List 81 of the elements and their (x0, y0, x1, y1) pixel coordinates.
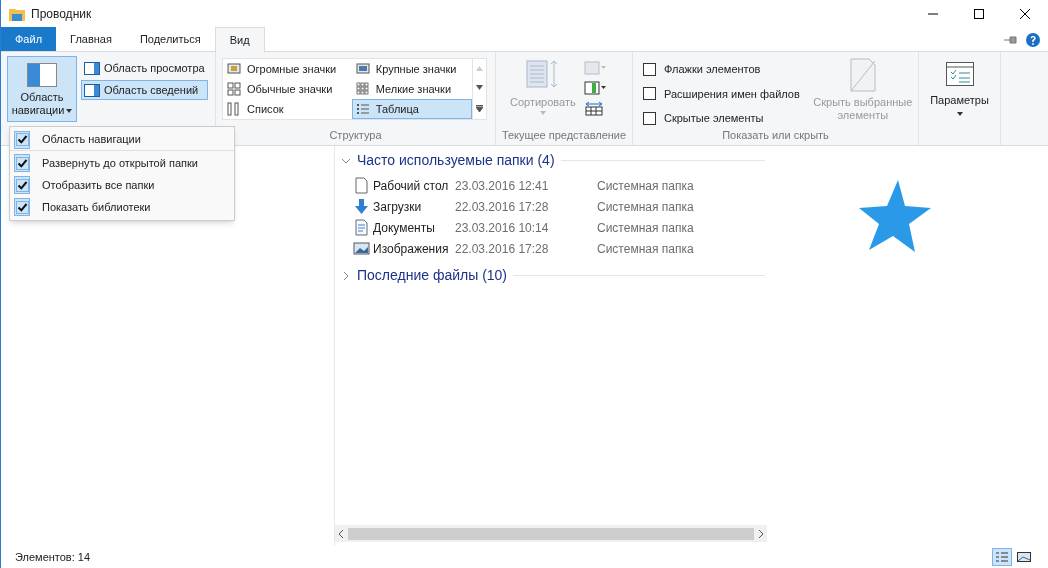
modified-date: 23.03.2016 10:14 (455, 219, 550, 237)
expand-gallery-icon[interactable] (476, 104, 483, 112)
dropdown-arrow-icon (539, 110, 546, 115)
close-icon (1020, 9, 1030, 19)
layout-option[interactable]: Список (223, 99, 352, 119)
group-label: Структура (328, 127, 383, 143)
checkbox[interactable] (15, 133, 29, 146)
folder-type: Системная папка (597, 219, 694, 237)
layout-option[interactable]: Крупные значки (351, 59, 472, 79)
section-header[interactable]: Последние файлы (10) (341, 265, 765, 286)
folder-type: Системная папка (597, 198, 694, 216)
menu-item[interactable]: Развернуть до открытой папки (42, 154, 198, 172)
folder-name[interactable]: Документы (373, 218, 455, 237)
group-label: Показать или скрыть (721, 127, 830, 143)
menu-item[interactable]: Отобразить все папки (42, 176, 155, 194)
menu-item[interactable]: Область навигации (42, 131, 141, 148)
dropdown-arrow-icon (956, 111, 963, 116)
view-mode-icon (227, 102, 241, 116)
folder-type: Системная папка (597, 177, 694, 195)
checkbox[interactable] (15, 200, 29, 214)
layout-option[interactable]: Огромные значки (223, 59, 352, 79)
group-label: Текущее представление (500, 127, 628, 143)
navigation-pane-icon (27, 63, 57, 87)
pane-icon (84, 83, 100, 97)
checkbox[interactable] (643, 87, 656, 101)
scroll-left-icon[interactable] (339, 529, 344, 538)
chevron-right-icon (341, 270, 351, 281)
document-icon (353, 219, 370, 236)
ribbon-tab[interactable]: Поделиться (125, 27, 215, 51)
ribbon-tab[interactable]: Вид (214, 27, 265, 52)
layout-option[interactable]: Мелкие значки (351, 79, 472, 99)
fit-columns-icon[interactable] (583, 100, 606, 116)
details-view-icon (995, 551, 1009, 563)
menu-item[interactable]: Показать библиотеки (42, 198, 151, 216)
view-mode-icon (355, 62, 370, 76)
options-button[interactable]: Параметры (919, 52, 1000, 116)
modified-date: 22.03.2016 17:28 (455, 198, 550, 216)
view-mode-icon (227, 62, 241, 76)
view-mode-icon (355, 82, 370, 96)
pane-toggle-button[interactable]: Область сведений (81, 80, 208, 100)
pane-toggle-button[interactable]: Область просмотра (81, 58, 208, 78)
checkbox[interactable] (643, 62, 656, 76)
scroll-right-icon[interactable] (758, 529, 763, 538)
picture-view-icon (1017, 551, 1031, 563)
item-count: Элементов: 14 (15, 549, 91, 565)
ribbon-tab[interactable]: Главная (56, 27, 126, 51)
checkbox-label: Флажки элементов (664, 62, 761, 77)
folder-name[interactable]: Загрузки (373, 197, 455, 216)
maximize-icon (974, 9, 984, 19)
view-mode-icon (227, 82, 241, 96)
file-menu-tab[interactable]: Файл (1, 27, 57, 51)
folder-name[interactable]: Рабочий стол (373, 176, 455, 195)
hidden-page-icon (848, 58, 877, 92)
navigation-pane-button[interactable]: Область навигации (7, 56, 77, 122)
layout-option[interactable]: Таблица (351, 99, 472, 119)
checkbox[interactable] (15, 156, 29, 170)
sort-icon (525, 60, 560, 90)
dropdown-arrow-icon (66, 109, 73, 114)
pane-icon (84, 61, 100, 75)
checkbox-label: Расширения имен файлов (664, 86, 800, 102)
folder-icon (9, 7, 25, 21)
download-arrow-icon (353, 198, 370, 215)
checkbox-label: Скрытые элементы (664, 111, 764, 126)
checkbox[interactable] (643, 111, 656, 125)
pin-icon[interactable] (1004, 35, 1018, 45)
folder-name[interactable]: Изображения (373, 239, 455, 258)
view-mode-icon (355, 102, 370, 116)
scroll-down-icon[interactable] (476, 85, 483, 91)
horizontal-scrollbar[interactable] (335, 525, 767, 542)
checkbox[interactable] (15, 178, 29, 192)
folder-type: Системная папка (597, 240, 694, 258)
document-icon (353, 177, 370, 194)
modified-date: 22.03.2016 17:28 (455, 240, 550, 258)
picture-icon (353, 240, 370, 257)
window-title: Проводник (31, 6, 92, 23)
add-columns-icon[interactable] (583, 80, 606, 96)
layout-option[interactable]: Обычные значки (223, 79, 352, 99)
modified-date: 23.03.2016 12:41 (455, 177, 550, 195)
checklist-icon (945, 62, 974, 86)
help-icon[interactable] (1026, 33, 1040, 47)
section-header[interactable]: Часто используемые папки (4) (341, 150, 765, 171)
